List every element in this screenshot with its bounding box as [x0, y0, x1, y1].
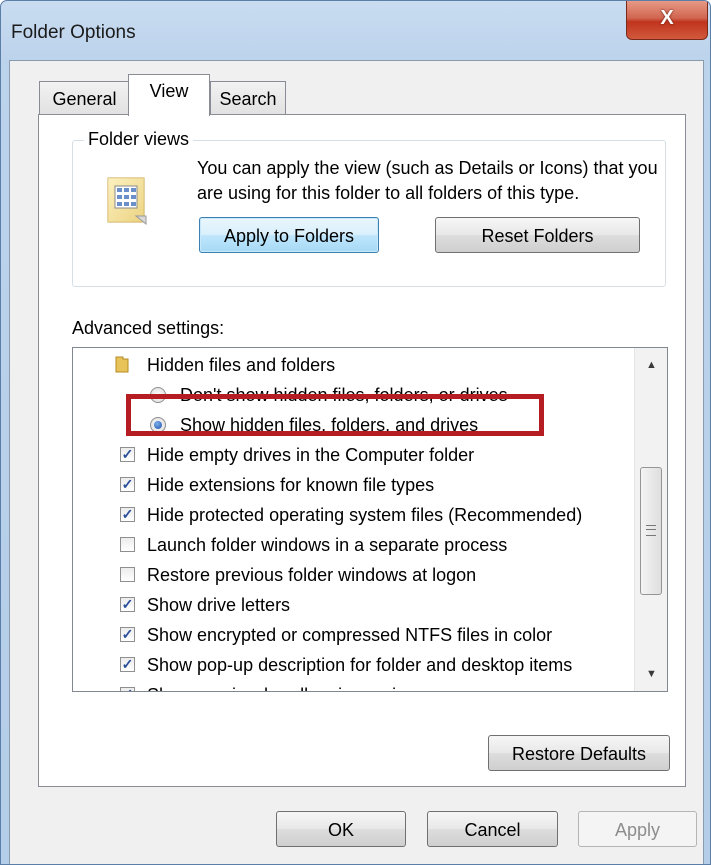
advanced-settings-label: Advanced settings:: [72, 318, 225, 338]
checkbox-restore-previous-windows[interactable]: [120, 567, 135, 582]
checkbox-show-preview-handlers[interactable]: ✓: [120, 687, 135, 691]
radio-dont-show-hidden[interactable]: [150, 387, 166, 403]
list-item-hide-empty-drives[interactable]: ✓ Hide empty drives in the Computer fold…: [73, 440, 633, 470]
ok-button[interactable]: OK: [276, 811, 406, 847]
list-item-label: Hide empty drives in the Computer folder: [147, 445, 475, 465]
checkbox-hide-protected[interactable]: ✓: [120, 507, 135, 522]
list-item-label: Show preview handlers in preview pane: [147, 680, 464, 691]
checkbox-show-popup-description[interactable]: ✓: [120, 657, 135, 672]
folder-views-label: Folder views: [84, 129, 194, 150]
checkbox-launch-separate-process[interactable]: [120, 537, 135, 552]
folder-options-window: Folder Options X General View Search Fol…: [0, 0, 711, 865]
list-item-hide-protected[interactable]: ✓ Hide protected operating system files …: [73, 500, 633, 530]
scroll-up-arrow-icon[interactable]: ▲: [635, 350, 667, 380]
close-button[interactable]: X: [626, 1, 708, 40]
scroll-down-arrow-icon[interactable]: ▼: [635, 659, 667, 689]
list-item-label: Restore previous folder windows at logon: [147, 565, 477, 585]
tab-label: View: [149, 81, 189, 101]
radio-selected-dot: [154, 421, 162, 429]
view-tab-panel: Folder views You can apply the view (suc…: [38, 114, 686, 787]
list-item-show-encrypted-color[interactable]: ✓ Show encrypted or compressed NTFS file…: [73, 620, 633, 650]
checkbox-hide-extensions[interactable]: ✓: [120, 477, 135, 492]
list-item-label: Don't show hidden files, folders, or dri…: [180, 385, 508, 405]
advanced-settings-list[interactable]: Hidden files and folders Don't show hidd…: [72, 347, 668, 692]
tab-search[interactable]: Search: [210, 81, 286, 115]
checkbox-hide-empty-drives[interactable]: ✓: [120, 447, 135, 462]
list-item-hidden-files-folder: Hidden files and folders: [73, 350, 633, 380]
list-item-hide-extensions[interactable]: ✓ Hide extensions for known file types: [73, 470, 633, 500]
reset-folders-button[interactable]: Reset Folders: [435, 217, 640, 253]
list-item-show-drive-letters[interactable]: ✓ Show drive letters: [73, 590, 633, 620]
list-item-restore-previous-windows[interactable]: Restore previous folder windows at logon: [73, 560, 633, 590]
scroll-grip-icon: [646, 525, 656, 536]
dialog-body: General View Search Folder views You can…: [9, 60, 704, 864]
checkbox-show-drive-letters[interactable]: ✓: [120, 597, 135, 612]
title-bar[interactable]: Folder Options X: [1, 1, 710, 59]
folder-views-icon: [107, 177, 147, 226]
list-item-show-hidden[interactable]: Show hidden files, folders, and drives: [73, 410, 633, 440]
window-title: Folder Options: [11, 22, 136, 43]
scroll-thumb[interactable]: [640, 467, 662, 595]
list-item-label: Hide extensions for known file types: [147, 475, 435, 495]
tab-view[interactable]: View: [128, 74, 210, 116]
list-item-label: Show hidden files, folders, and drives: [180, 415, 479, 435]
list-item-label: Launch folder windows in a separate proc…: [147, 535, 508, 555]
list-scrollbar[interactable]: ▲ ▼: [634, 348, 667, 691]
list-item-dont-show-hidden[interactable]: Don't show hidden files, folders, or dri…: [73, 380, 633, 410]
list-item-launch-separate-process[interactable]: Launch folder windows in a separate proc…: [73, 530, 633, 560]
list-item-show-popup-description[interactable]: ✓ Show pop-up description for folder and…: [73, 650, 633, 680]
tab-label: General: [52, 89, 117, 109]
list-item-label: Show pop-up description for folder and d…: [147, 655, 573, 675]
radio-show-hidden[interactable]: [150, 417, 166, 433]
tab-label: Search: [219, 89, 277, 109]
folder-views-description: You can apply the view (such as Details …: [197, 158, 658, 203]
list-item-label: Show drive letters: [147, 595, 291, 615]
list-item-label: Hide protected operating system files (R…: [147, 505, 583, 525]
list-item-label: Show encrypted or compressed NTFS files …: [147, 625, 553, 645]
list-item-label: Hidden files and folders: [147, 355, 336, 375]
restore-defaults-button[interactable]: Restore Defaults: [488, 735, 670, 771]
list-item-show-preview-handlers[interactable]: ✓ Show preview handlers in preview pane: [73, 680, 633, 691]
folder-icon: [115, 356, 129, 373]
apply-button[interactable]: Apply: [578, 811, 697, 847]
checkbox-show-encrypted-color[interactable]: ✓: [120, 627, 135, 642]
cancel-button[interactable]: Cancel: [427, 811, 558, 847]
close-icon: X: [660, 7, 674, 29]
tab-general[interactable]: General: [39, 81, 130, 115]
apply-to-folders-button[interactable]: Apply to Folders: [199, 217, 379, 253]
